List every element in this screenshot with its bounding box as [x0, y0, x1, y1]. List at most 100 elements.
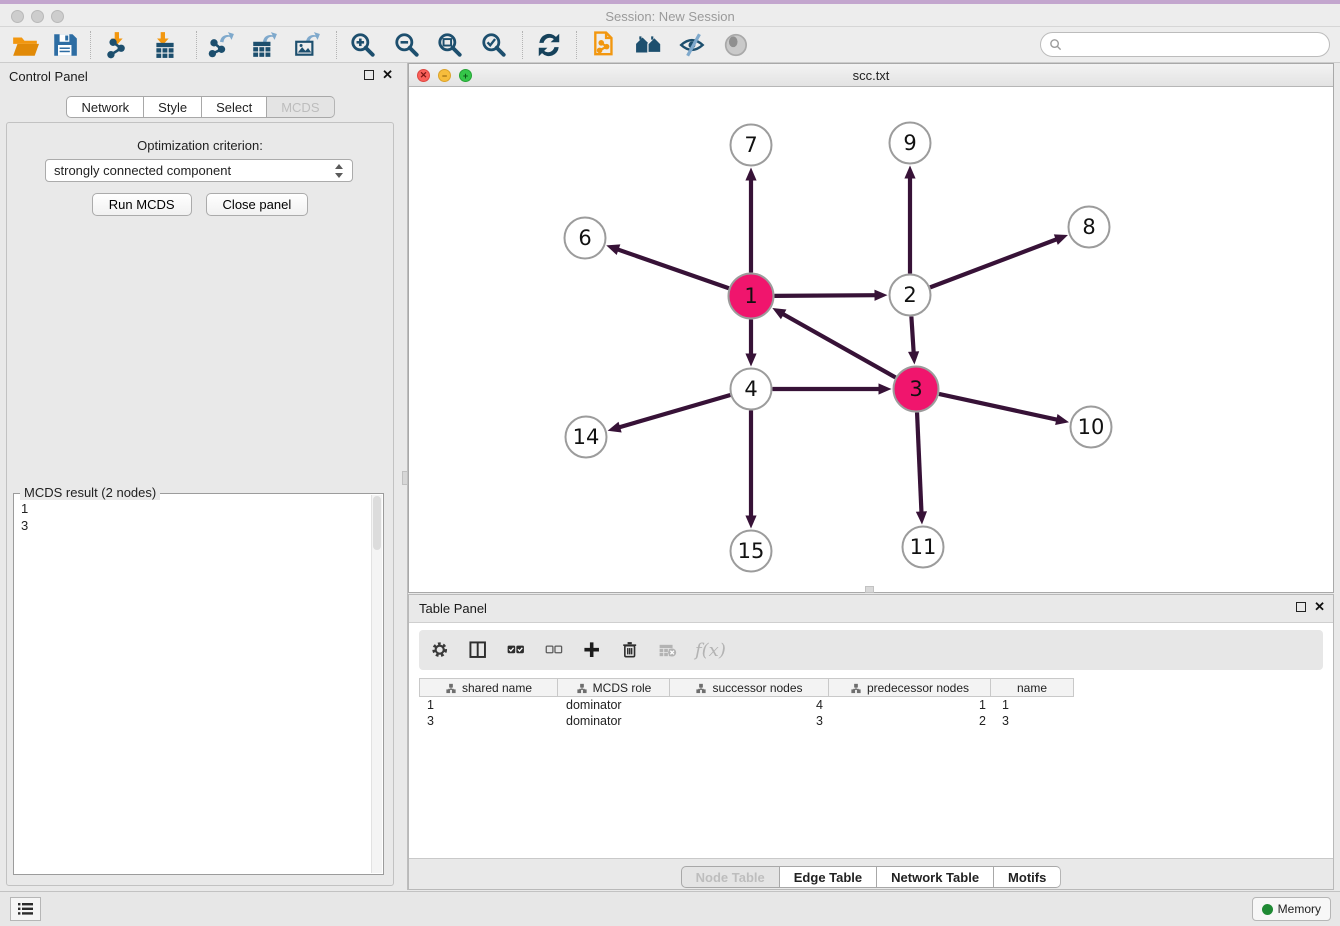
- graph-node-label-1: 1: [744, 284, 757, 308]
- network-graph[interactable]: 7968124314101511: [409, 87, 1333, 592]
- export-image-icon: [293, 31, 321, 59]
- task-history-button[interactable]: [10, 897, 41, 921]
- search-icon: [1049, 38, 1062, 51]
- gear-button[interactable]: [429, 639, 451, 661]
- table-cell[interactable]: dominator: [558, 713, 671, 729]
- criterion-select[interactable]: strongly connected component: [45, 159, 353, 182]
- deselect-all-button[interactable]: [543, 639, 565, 661]
- edge-2-3[interactable]: [911, 316, 913, 353]
- control-panel: Control Panel ✕ NetworkStyleSelectMCDS O…: [0, 63, 401, 890]
- column-header-MCDS-role[interactable]: MCDS role: [557, 678, 670, 697]
- table-cell[interactable]: 1: [994, 697, 1078, 713]
- edge-arrow-2-9: [904, 166, 915, 179]
- table-panel-float-icon[interactable]: [1296, 602, 1306, 612]
- refresh-layout-button[interactable]: [534, 30, 564, 60]
- tab-mcds[interactable]: MCDS: [266, 96, 334, 118]
- select-all-button[interactable]: [505, 639, 527, 661]
- edge-4-14[interactable]: [618, 395, 730, 428]
- table-cell[interactable]: 3: [671, 713, 831, 729]
- edge-arrow-3-10: [1055, 414, 1069, 425]
- add-column-button[interactable]: [581, 639, 603, 661]
- graph-node-label-2: 2: [903, 283, 916, 307]
- tab-style[interactable]: Style: [143, 96, 201, 118]
- table-cell[interactable]: 4: [671, 697, 831, 713]
- app-titlebar: Session: New Session: [0, 0, 1340, 27]
- graph-node-label-3: 3: [909, 377, 922, 401]
- tab-motifs[interactable]: Motifs: [993, 866, 1061, 888]
- edge-2-8[interactable]: [930, 239, 1058, 287]
- close-panel-button[interactable]: Close panel: [206, 193, 309, 216]
- search-box[interactable]: [1040, 32, 1330, 57]
- table-cell[interactable]: 3: [994, 713, 1078, 729]
- clone-network-button[interactable]: [590, 30, 620, 60]
- edge-1-2[interactable]: [774, 295, 876, 296]
- zoom-in-button[interactable]: [348, 30, 378, 60]
- import-table-button[interactable]: [150, 30, 180, 60]
- tab-network[interactable]: Network: [66, 96, 143, 118]
- import-table-icon: [151, 31, 179, 59]
- columns-icon: [468, 640, 489, 661]
- tab-network-table[interactable]: Network Table: [876, 866, 993, 888]
- tab-edge-table[interactable]: Edge Table: [779, 866, 876, 888]
- birds-eye-button[interactable]: [722, 30, 752, 60]
- mcds-tab-content: Optimization criterion: strongly connect…: [6, 122, 394, 886]
- hide-edges-button[interactable]: [678, 30, 708, 60]
- column-header-label: name: [1017, 681, 1047, 695]
- table-row[interactable]: 3dominator323: [419, 713, 1078, 729]
- column-header-successor-nodes[interactable]: successor nodes: [669, 678, 829, 697]
- table-panel-body: f(x) shared nameMCDS rolesuccessor nodes…: [409, 622, 1333, 859]
- table-row[interactable]: 1dominator411: [419, 697, 1078, 713]
- network-resize-handle[interactable]: [865, 586, 874, 593]
- tab-node-table[interactable]: Node Table: [681, 866, 779, 888]
- search-input[interactable]: [1062, 38, 1329, 52]
- zoom-selected-icon: [480, 31, 508, 59]
- table-cell[interactable]: 3: [419, 713, 558, 729]
- edge-arrow-2-8: [1054, 234, 1068, 244]
- network-window-titlebar[interactable]: ✕ − + scc.txt: [409, 64, 1333, 87]
- graph-node-label-8: 8: [1082, 215, 1095, 239]
- network-canvas[interactable]: 7968124314101511: [409, 87, 1333, 592]
- table-cell[interactable]: 1: [419, 697, 558, 713]
- mcds-result-scrollbar[interactable]: [371, 495, 382, 873]
- export-network-button[interactable]: [206, 30, 236, 60]
- edge-arrow-4-14: [608, 422, 622, 433]
- export-table-button[interactable]: [249, 30, 279, 60]
- table-cell[interactable]: 2: [831, 713, 994, 729]
- edge-arrow-2-3: [908, 351, 919, 364]
- sort-icon: [695, 682, 707, 694]
- node-table[interactable]: shared nameMCDS rolesuccessor nodes prede…: [419, 678, 1078, 729]
- table-cell[interactable]: dominator: [558, 697, 671, 713]
- zoom-selected-button[interactable]: [479, 30, 509, 60]
- vertical-splitter[interactable]: [401, 63, 408, 890]
- table-cell[interactable]: 1: [831, 697, 994, 713]
- control-panel-float-icon[interactable]: [364, 70, 374, 80]
- edge-arrow-4-3: [879, 383, 892, 394]
- mcds-result-list[interactable]: 1 3: [14, 496, 371, 874]
- run-mcds-button[interactable]: Run MCDS: [92, 193, 192, 216]
- memory-button[interactable]: Memory: [1252, 897, 1331, 921]
- column-header-shared-name[interactable]: shared name: [419, 678, 558, 697]
- zoom-out-button[interactable]: [392, 30, 422, 60]
- edge-1-6[interactable]: [617, 249, 729, 288]
- tab-select[interactable]: Select: [201, 96, 266, 118]
- delete-table-icon: [658, 640, 679, 661]
- save-session-button[interactable]: [50, 30, 80, 60]
- zoom-fit-button[interactable]: [435, 30, 465, 60]
- control-panel-close-icon[interactable]: ✕: [382, 70, 393, 80]
- export-image-button[interactable]: [292, 30, 322, 60]
- edge-3-1[interactable]: [782, 313, 896, 377]
- zoom-out-icon: [393, 31, 421, 59]
- open-file-button[interactable]: [10, 30, 40, 60]
- column-header-name[interactable]: name: [990, 678, 1074, 697]
- columns-button[interactable]: [467, 639, 489, 661]
- home-button[interactable]: [634, 30, 664, 60]
- delete-column-button[interactable]: [619, 639, 641, 661]
- import-network-button[interactable]: [104, 30, 134, 60]
- edge-3-11[interactable]: [917, 412, 921, 513]
- table-panel-close-icon[interactable]: ✕: [1314, 602, 1325, 612]
- sort-icon: [576, 682, 588, 694]
- edge-arrow-1-4: [745, 354, 756, 367]
- column-header-label: predecessor nodes: [867, 681, 969, 695]
- edge-3-10[interactable]: [939, 394, 1058, 420]
- column-header-predecessor-nodes[interactable]: predecessor nodes: [828, 678, 991, 697]
